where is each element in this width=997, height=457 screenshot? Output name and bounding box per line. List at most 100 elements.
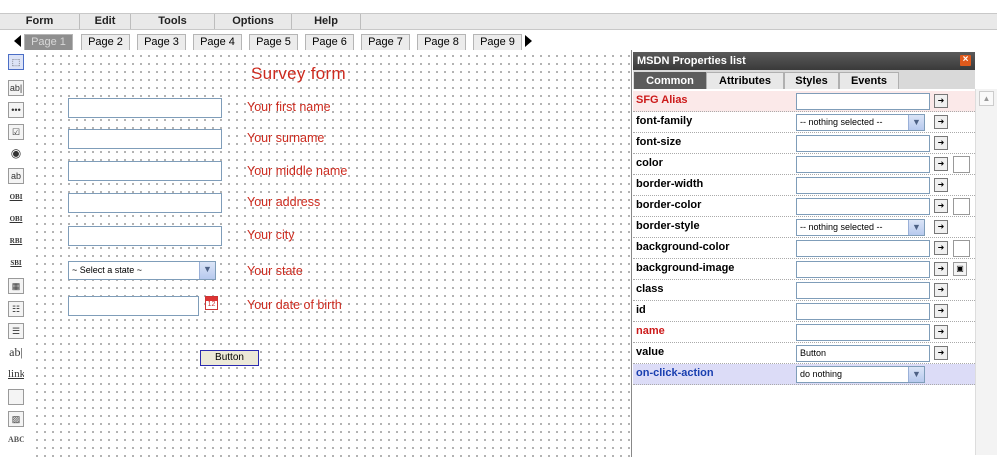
first-name-input[interactable] [68,98,222,118]
property-input[interactable] [796,303,930,320]
scroll-up-icon[interactable]: ▲ [979,91,994,106]
textbox-icon[interactable]: ab| [8,80,24,96]
label-text-icon[interactable]: ab| [8,345,24,361]
date-of-birth-label[interactable]: Your date of birth [247,298,342,312]
apply-arrow-icon[interactable]: ➜ [934,199,948,213]
option-list-icon-1[interactable]: OBI [8,190,24,206]
city-label[interactable]: Your city [247,228,294,242]
property-row: class ➜ [633,280,975,301]
label-icon[interactable]: ab [8,168,24,184]
password-icon[interactable]: ••• [8,102,24,118]
property-select[interactable]: do nothing ▼ [796,366,925,383]
property-select[interactable]: -- nothing selected -- ▼ [796,114,925,131]
apply-arrow-icon[interactable]: ➜ [934,136,948,150]
color-swatch[interactable] [953,156,970,173]
radio-list-icon[interactable]: RBI [8,234,24,250]
select-list-icon[interactable]: SBI [8,256,24,272]
property-input[interactable] [796,240,930,257]
listbox-icon-2[interactable]: ☰ [8,323,24,339]
property-input[interactable] [796,198,930,215]
tab-styles[interactable]: Styles [784,72,839,89]
chevron-down-icon[interactable]: ▼ [908,115,924,130]
apply-arrow-icon[interactable]: ➜ [934,283,948,297]
menu-help[interactable]: Help [292,14,361,29]
radio-icon[interactable]: ◉ [8,146,24,162]
spell-check-icon[interactable]: ABC [8,433,24,449]
property-input[interactable] [796,135,930,152]
apply-arrow-icon[interactable]: ➜ [934,325,948,339]
next-page-arrow-icon[interactable] [525,35,532,47]
property-name: id [636,304,646,316]
chevron-down-icon[interactable]: ▼ [908,367,924,382]
apply-arrow-icon[interactable]: ➜ [934,157,948,171]
address-label[interactable]: Your address [247,195,320,209]
page-tab-2[interactable]: Page 2 [81,34,130,50]
table-icon[interactable]: ▦ [8,278,24,294]
middle-name-input[interactable] [68,161,222,181]
page-tab-5[interactable]: Page 5 [249,34,298,50]
middle-name-label[interactable]: Your middle name [247,164,347,178]
option-list-icon-2[interactable]: OBI [8,212,24,228]
state-label[interactable]: Your state [247,264,303,278]
property-value: Button [800,348,827,358]
menu-strip: Form Edit Tools Options Help [0,13,997,30]
tab-common[interactable]: Common [634,72,706,89]
page-tab-9[interactable]: Page 9 [473,34,522,50]
menu-form[interactable]: Form [0,14,80,29]
form-design-canvas[interactable]: Survey form Your first name Your surname… [31,50,631,457]
state-select[interactable]: ~ Select a state ~ ▼ [68,261,216,280]
apply-arrow-icon[interactable]: ➜ [934,346,948,360]
property-input[interactable] [796,324,930,341]
page-tab-8[interactable]: Page 8 [417,34,466,50]
apply-arrow-icon[interactable]: ➜ [934,262,948,276]
apply-arrow-icon[interactable]: ➜ [934,241,948,255]
surname-label[interactable]: Your surname [247,131,324,145]
city-input[interactable] [68,226,222,246]
property-select[interactable]: -- nothing selected -- ▼ [796,219,925,236]
panel-icon[interactable] [8,389,24,405]
apply-arrow-icon[interactable]: ➜ [934,304,948,318]
page-tab-1[interactable]: Page 1 [24,34,73,50]
page-tab-4[interactable]: Page 4 [193,34,242,50]
close-icon[interactable]: × [960,55,971,66]
apply-arrow-icon[interactable]: ➜ [934,220,948,234]
tab-events[interactable]: Events [839,72,899,89]
pointer-icon[interactable]: ⬚ [8,54,24,70]
page-tab-6[interactable]: Page 6 [305,34,354,50]
listbox-icon[interactable]: ☷ [8,301,24,317]
property-input[interactable] [796,93,930,110]
panel-scrollbar[interactable]: ▲ [975,89,997,455]
menu-tools[interactable]: Tools [131,14,215,29]
property-input[interactable] [796,156,930,173]
chevron-down-icon[interactable]: ▼ [908,220,924,235]
prev-page-arrow-icon[interactable] [14,35,21,47]
state-select-value: ~ Select a state ~ [72,265,143,275]
checkbox-icon[interactable]: ☑ [8,124,24,140]
property-input[interactable]: Button [796,345,930,362]
property-row: border-color ➜ [633,196,975,217]
menu-edit[interactable]: Edit [80,14,131,29]
property-input[interactable] [796,261,930,278]
color-swatch[interactable] [953,240,970,257]
color-swatch[interactable] [953,198,970,215]
property-input[interactable] [796,177,930,194]
form-button[interactable]: Button [200,350,259,366]
page-tab-7[interactable]: Page 7 [361,34,410,50]
link-icon[interactable]: link [8,367,24,383]
page-tab-3[interactable]: Page 3 [137,34,186,50]
form-title[interactable]: Survey form [251,64,346,84]
calendar-icon[interactable]: 12 [205,296,218,310]
apply-arrow-icon[interactable]: ➜ [934,178,948,192]
address-input[interactable] [68,193,222,213]
date-of-birth-input[interactable] [68,296,199,316]
image-picker-icon[interactable]: ▣ [953,262,967,276]
apply-arrow-icon[interactable]: ➜ [934,94,948,108]
tab-attributes[interactable]: Attributes [706,72,784,89]
chevron-down-icon[interactable]: ▼ [199,262,215,279]
first-name-label[interactable]: Your first name [247,100,331,114]
apply-arrow-icon[interactable]: ➜ [934,115,948,129]
menu-options[interactable]: Options [215,14,292,29]
surname-input[interactable] [68,129,222,149]
image-icon[interactable]: ▨ [8,411,24,427]
property-input[interactable] [796,282,930,299]
